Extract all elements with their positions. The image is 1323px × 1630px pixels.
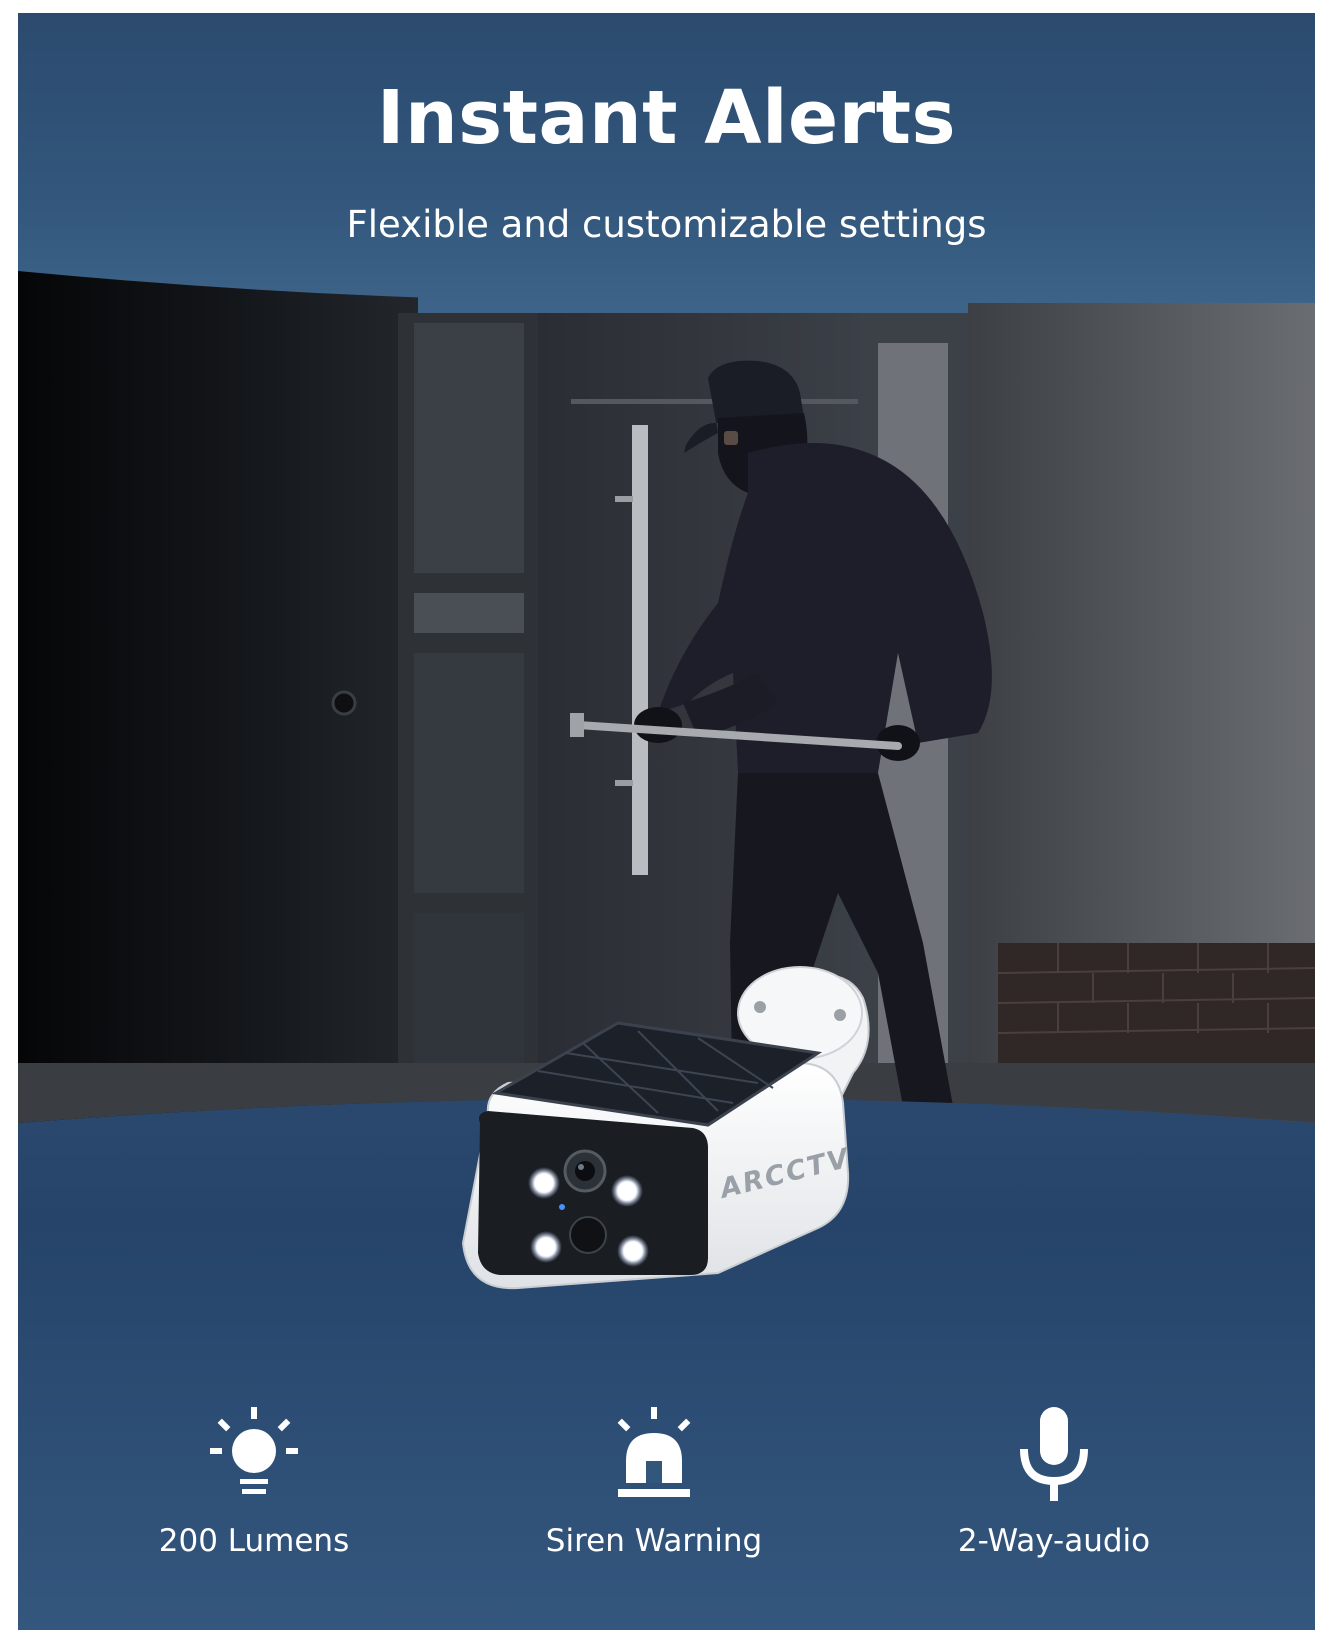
doorway-photo bbox=[18, 271, 1315, 1123]
feature-audio: 2-Way-audio bbox=[904, 1405, 1204, 1559]
feature-audio-label: 2-Way-audio bbox=[957, 1523, 1151, 1559]
feature-lumens: 200 Lumens bbox=[104, 1405, 404, 1559]
siren-icon bbox=[617, 1407, 691, 1497]
page-subtitle: Flexible and customizable settings bbox=[346, 203, 987, 246]
product-banner: ARCCTV Instant Alerts Flexible and custo… bbox=[18, 13, 1315, 1630]
feature-lumens-label: 200 Lumens bbox=[158, 1523, 350, 1559]
light-bulb-icon bbox=[210, 1407, 298, 1494]
feature-siren: Siren Warning bbox=[504, 1405, 804, 1559]
page-title: Instant Alerts bbox=[376, 75, 957, 161]
intruder-scene-illustration: ARCCTV bbox=[18, 271, 1315, 1290]
microphone-icon bbox=[1020, 1407, 1088, 1501]
feature-siren-label: Siren Warning bbox=[545, 1523, 763, 1559]
